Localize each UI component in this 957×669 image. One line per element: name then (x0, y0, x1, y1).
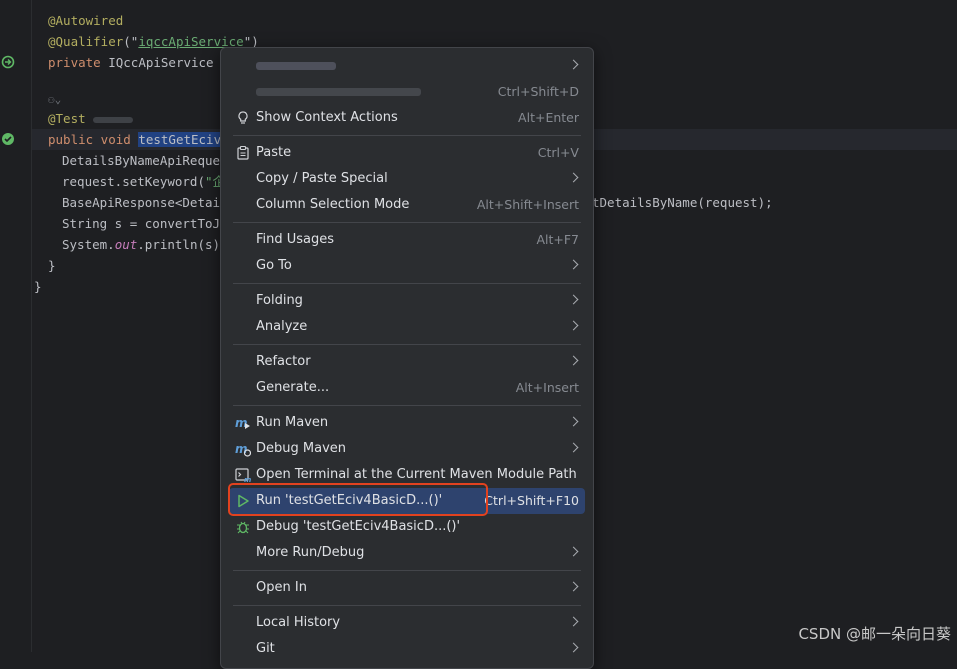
maven-run-icon: m (235, 416, 250, 430)
menu-item-find-usages[interactable]: Find Usages Alt+F7 (229, 227, 585, 253)
menu-item-label: Run Maven (256, 415, 329, 430)
menu-separator (233, 605, 581, 606)
menu-item-label: More Run/Debug (256, 545, 365, 560)
submenu-arrow-icon (568, 642, 579, 653)
menu-item-label: Analyze (256, 319, 308, 334)
blurred-label (256, 87, 421, 96)
menu-item-label: Folding (256, 293, 303, 308)
menu-separator (233, 570, 581, 571)
menu-item-label: Debug Maven (256, 441, 346, 456)
menu-item-analyze[interactable]: Analyze (229, 314, 585, 340)
menu-item-refactor[interactable]: Refactor (229, 349, 585, 375)
menu-item-open-in[interactable]: Open In (229, 575, 585, 601)
code-line-4: @Test (48, 108, 134, 129)
menu-separator (233, 283, 581, 284)
submenu-arrow-icon (568, 59, 579, 70)
watermark: CSDN @邮一朵向日葵 (798, 625, 951, 643)
submenu-arrow-icon (568, 581, 579, 592)
menu-separator (233, 222, 581, 223)
menu-item-more-run-debug[interactable]: More Run/Debug (229, 540, 585, 566)
menu-item-label: Debug 'testGetEciv4BasicD...()' (256, 519, 461, 534)
menu-item-label: Go To (256, 258, 292, 273)
maven-debug-icon: m (235, 442, 251, 457)
submenu-arrow-icon (568, 442, 579, 453)
menu-item-label: Show Context Actions (256, 110, 398, 125)
menu-item-run-maven[interactable]: m Run Maven (229, 410, 585, 436)
menu-item-label: Find Usages (256, 232, 335, 247)
code-line-10: System.out.println(s); (62, 237, 228, 252)
menu-item-blurred-1[interactable] (229, 53, 585, 79)
shortcut-label: Ctrl+Shift+D (497, 84, 579, 99)
submenu-arrow-icon (568, 172, 579, 183)
menu-separator (233, 344, 581, 345)
shortcut-label: Alt+Shift+Insert (476, 197, 579, 212)
code-line-7: request.setKeyword("企查 (62, 174, 238, 189)
svg-text:m: m (244, 476, 251, 483)
menu-item-label: Refactor (256, 354, 311, 369)
menu-item-label: Paste (256, 145, 292, 160)
code-line-5: public void testGetEciv4B (48, 132, 237, 147)
shortcut-label: Alt+F7 (536, 232, 579, 247)
code-line-1: @Autowired (48, 13, 124, 28)
menu-item-generate[interactable]: Generate... Alt+Insert (229, 375, 585, 401)
code-line-6: DetailsByNameApiRequest (62, 153, 236, 168)
submenu-arrow-icon (568, 355, 579, 366)
menu-item-label: Copy / Paste Special (256, 171, 388, 186)
clipboard-icon (237, 145, 249, 160)
code-line-3: private IQccApiService ic (48, 55, 237, 70)
shortcut-label: Alt+Enter (518, 110, 579, 125)
menu-item-debug-maven[interactable]: m Debug Maven (229, 436, 585, 462)
submenu-arrow-icon (568, 259, 579, 270)
code-line-8-tail: tDetailsByName(request); (592, 195, 773, 210)
editor-context-menu: Ctrl+Shift+D Show Context Actions Alt+En… (220, 47, 594, 669)
menu-item-copy-paste-special[interactable]: Copy / Paste Special (229, 166, 585, 192)
code-line-8: BaseApiResponse<Details (62, 195, 236, 210)
menu-item-label: Generate... (256, 380, 330, 395)
menu-item-git[interactable]: Git (229, 636, 585, 662)
menu-item-show-context-actions[interactable]: Show Context Actions Alt+Enter (229, 105, 585, 131)
menu-item-label: Column Selection Mode (256, 197, 410, 212)
code-line-12: } (34, 279, 42, 294)
debug-icon (237, 521, 249, 534)
code-vision-hint[interactable]: ⚇⌄ (48, 89, 61, 110)
blurred-author (93, 116, 134, 123)
lightbulb-icon (238, 111, 248, 124)
submenu-arrow-icon (568, 416, 579, 427)
submenu-arrow-icon (568, 546, 579, 557)
menu-item-blurred-2[interactable]: Ctrl+Shift+D (229, 79, 585, 105)
shortcut-label: Ctrl+Shift+F10 (484, 493, 579, 508)
blurred-label (256, 61, 336, 70)
menu-item-column-selection-mode[interactable]: Column Selection Mode Alt+Shift+Insert (229, 192, 585, 218)
menu-separator (233, 405, 581, 406)
menu-item-go-to[interactable]: Go To (229, 253, 585, 279)
code-line-9: String s = convertToJso (62, 216, 236, 231)
submenu-arrow-icon (568, 320, 579, 331)
submenu-arrow-icon (568, 616, 579, 627)
menu-item-label: Git (256, 641, 275, 656)
shortcut-label: Ctrl+V (537, 145, 579, 160)
menu-item-folding[interactable]: Folding (229, 288, 585, 314)
highlight-annotation-box (228, 483, 488, 516)
menu-item-local-history[interactable]: Local History (229, 610, 585, 636)
menu-item-debug-test[interactable]: Debug 'testGetEciv4BasicD...()' (229, 514, 585, 540)
menu-item-paste[interactable]: Paste Ctrl+V (229, 140, 585, 166)
svg-text:m: m (235, 442, 248, 456)
shortcut-label: Alt+Insert (515, 380, 579, 395)
menu-item-label: Local History (256, 615, 341, 630)
code-line-11: } (48, 258, 56, 273)
submenu-arrow-icon (568, 294, 579, 305)
menu-separator (233, 135, 581, 136)
menu-item-label: Open In (256, 580, 307, 595)
terminal-icon: m (235, 468, 251, 483)
